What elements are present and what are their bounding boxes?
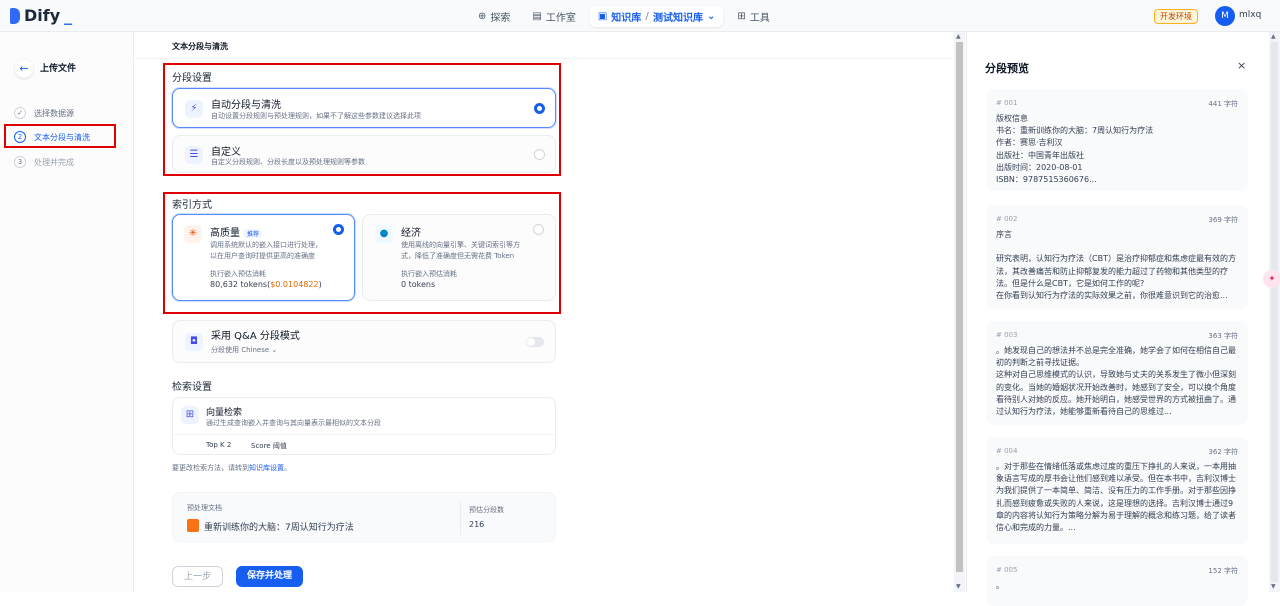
- highlight-box: [4, 124, 116, 148]
- dify-logo[interactable]: Dify _: [10, 6, 72, 25]
- chunk-card: # 005 152 字符 。: [986, 556, 1248, 606]
- avatar[interactable]: M: [1215, 6, 1235, 26]
- highlight-box: [163, 63, 561, 176]
- close-icon[interactable]: ×: [1237, 59, 1246, 72]
- username[interactable]: mlxq: [1239, 10, 1261, 20]
- back-arrow-icon[interactable]: ←: [15, 60, 33, 78]
- qa-language-select[interactable]: 分段使用 Chinese ⌄: [211, 345, 277, 355]
- steps-sidebar: ← 上传文件 ✓ 选择数据源 2 文本分段与清洗 3 处理并完成: [0, 32, 134, 592]
- highlight-box: [163, 192, 561, 314]
- prev-step-button[interactable]: 上一步: [172, 566, 223, 587]
- main-nav: ⊕ 探索 ▤ 工作室 ▣ 知识库 / 测试知识库 ⌄ ⊞ 工具: [470, 6, 778, 27]
- compass-icon: ⊕: [478, 11, 487, 22]
- preview-scrollbar[interactable]: ▲ ▼: [1269, 32, 1280, 592]
- dataset-settings-link[interactable]: 知识库设置: [249, 464, 284, 472]
- doc-name: 重新训练你的大脑：7周认知行为疗法: [204, 523, 354, 533]
- nav-tools[interactable]: ⊞ 工具: [729, 6, 777, 27]
- vector-search-icon: ⊞: [181, 406, 199, 424]
- chunk-card: # 002 369 字符 序言 研究表明，认知行为疗法（CBT）是治疗抑郁症和焦…: [986, 205, 1248, 309]
- section-title: 文本分段与清洗: [172, 42, 228, 51]
- book-icon: ▣: [597, 11, 608, 22]
- nav-explore[interactable]: ⊕ 探索: [470, 6, 518, 27]
- segment-count: 216: [469, 520, 485, 529]
- score-threshold-setting: Score 阈值: [251, 442, 287, 450]
- step-check-icon: ✓: [14, 107, 26, 119]
- chunk-card: # 001 441 字符 版权信息 书名：重新训练你的大脑：7周认知行为疗法 作…: [986, 89, 1248, 191]
- nav-studio[interactable]: ▤ 工作室: [524, 6, 583, 27]
- qa-mode-toggle[interactable]: [526, 337, 544, 347]
- chunk-card: # 004 362 字符 。对于那些在情绪低落或焦虑过度的重压下挣扎的人来说，一…: [986, 437, 1248, 544]
- top-bar: Dify _ ⊕ 探索 ▤ 工作室 ▣ 知识库 / 测试知识库 ⌄ ⊞ 工具 开发环境 M ml…: [0, 0, 1280, 32]
- nav-datasets[interactable]: ▣ 知识库 / 测试知识库 ⌄: [589, 6, 724, 27]
- current-dataset-selector[interactable]: 测试知识库: [653, 9, 703, 24]
- qa-icon: ◘: [185, 333, 203, 351]
- studio-icon: ▤: [532, 11, 542, 22]
- step-process-finish: 3 处理并完成: [14, 156, 74, 168]
- sidebar-title: 上传文件: [40, 64, 77, 74]
- main-scrollbar[interactable]: ▲ ▼: [954, 32, 965, 592]
- retrieval-hint: 要更改检索方法，请转到知识库设置。: [172, 464, 291, 472]
- env-badge: 开发环境: [1154, 9, 1198, 24]
- qa-mode-card: ◘ 采用 Q&A 分段模式 分段使用 Chinese ⌄: [172, 320, 556, 363]
- scroll-up-icon[interactable]: ▲: [956, 33, 961, 40]
- preview-title: 分段预览: [985, 62, 1029, 75]
- assistant-float-icon[interactable]: ✦: [1263, 270, 1280, 288]
- tools-icon: ⊞: [737, 11, 746, 22]
- document-icon: [187, 519, 199, 532]
- save-process-button[interactable]: 保存并处理: [236, 566, 303, 587]
- chevron-down-icon: ⌄: [706, 11, 716, 22]
- vector-search-card: ⊞ 向量检索 通过生成查询嵌入并查询与其向量表示最相似的文本分段 Top K 2…: [172, 397, 556, 455]
- step-select-source[interactable]: ✓ 选择数据源: [14, 107, 74, 119]
- top-k-setting: Top K 2: [206, 441, 232, 449]
- chunk-card: # 003 363 字符 。她发现自己的想法并不总是完全准确，她学会了如何在相信…: [986, 321, 1248, 425]
- scroll-down-icon[interactable]: ▼: [1271, 583, 1276, 590]
- doc-summary: 预处理文档 重新训练你的大脑：7周认知行为疗法 预估分段数 216: [172, 492, 556, 542]
- scroll-down-icon[interactable]: ▼: [956, 583, 961, 590]
- scroll-up-icon[interactable]: ▲: [1271, 33, 1276, 40]
- preview-panel: 分段预览 × # 001 441 字符 版权信息 书名：重新训练你的大脑：7周认…: [966, 32, 1269, 606]
- retrieval-heading: 检索设置: [172, 382, 212, 393]
